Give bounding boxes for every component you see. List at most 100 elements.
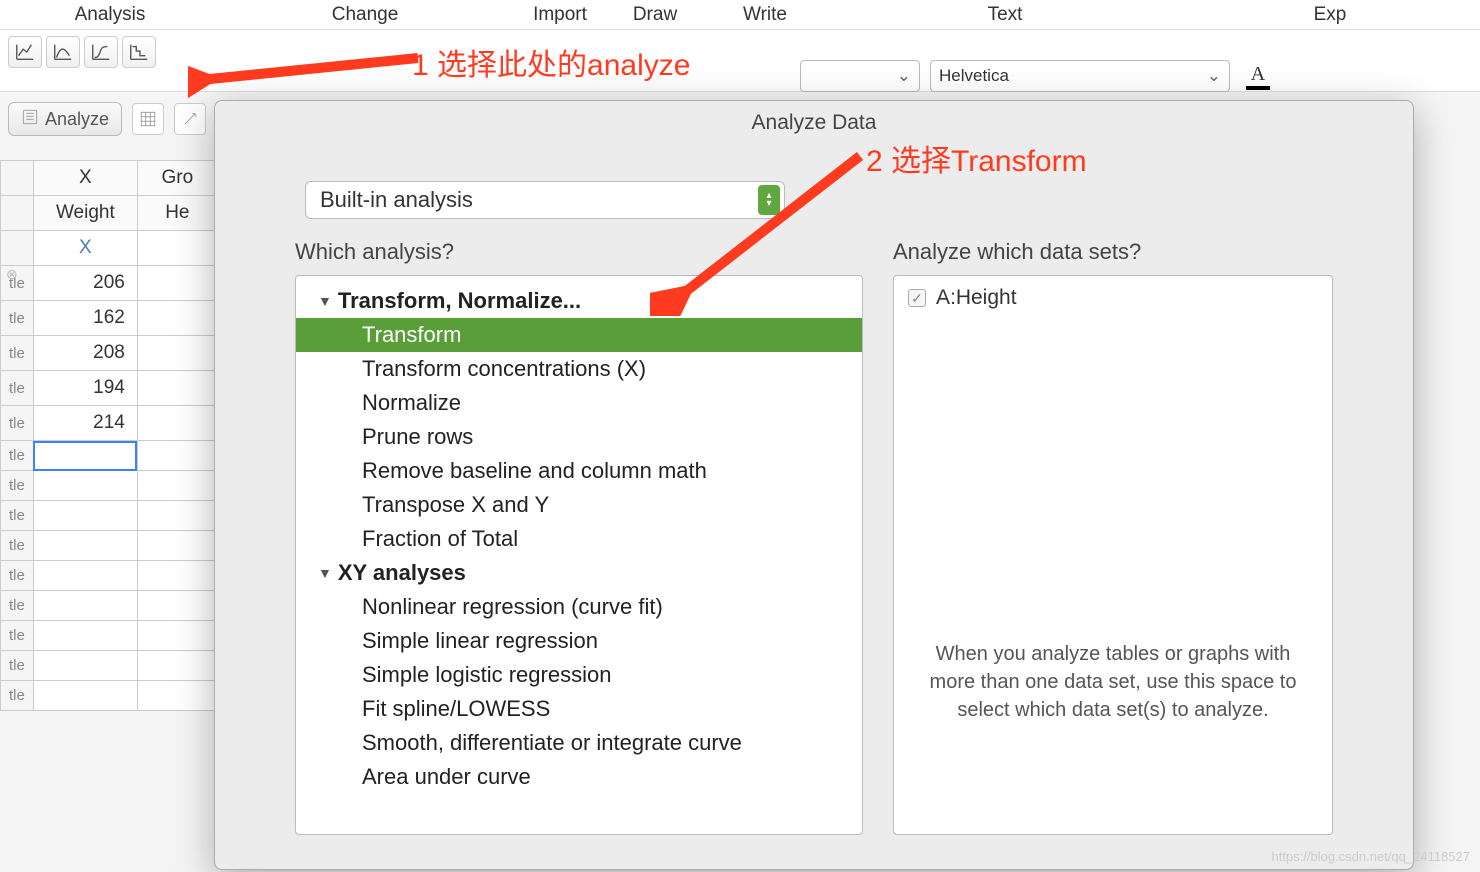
cell[interactable]: 208 xyxy=(33,336,137,371)
menu-change[interactable]: Change xyxy=(220,0,510,29)
tree-item[interactable]: Transform concentrations (X) xyxy=(296,352,862,386)
menu-import[interactable]: Import xyxy=(510,0,610,29)
dataset-row[interactable]: ✓ A:Height xyxy=(908,286,1318,310)
row-header[interactable]: tle xyxy=(1,471,34,501)
cell[interactable] xyxy=(137,441,217,471)
menu-analysis[interactable]: Analysis xyxy=(0,0,220,29)
wand-icon[interactable] xyxy=(174,103,206,135)
col-subheader-height[interactable]: He xyxy=(137,196,217,231)
chart-linear-icon[interactable] xyxy=(8,36,42,68)
col-header-group[interactable]: Gro xyxy=(137,161,217,196)
watermark: https://blog.csdn.net/qq_24118527 xyxy=(1271,849,1470,864)
row-header[interactable]: tle xyxy=(1,406,34,441)
cell[interactable] xyxy=(137,471,217,501)
cell[interactable]: 194 xyxy=(33,371,137,406)
cell[interactable] xyxy=(137,336,217,371)
tree-group-xy[interactable]: ▼XY analyses xyxy=(296,556,862,590)
tree-item-transform[interactable]: Transform xyxy=(296,318,862,352)
tree-item[interactable]: Transpose X and Y xyxy=(296,488,862,522)
analysis-tool-group xyxy=(0,36,164,68)
text-tool-group: ⌄ Helvetica⌄ A xyxy=(790,60,1276,92)
row-header[interactable]: tle xyxy=(1,651,34,681)
close-icon[interactable]: ⊗ xyxy=(6,266,24,284)
cell[interactable]: 206 xyxy=(33,266,137,301)
font-color-button[interactable]: A xyxy=(1240,60,1276,92)
tree-item[interactable]: Smooth, differentiate or integrate curve xyxy=(296,726,862,760)
row-header[interactable]: tle xyxy=(1,591,34,621)
menu-write[interactable]: Write xyxy=(700,0,830,29)
analyze-row: Analyze xyxy=(8,102,206,136)
cell-x[interactable]: X xyxy=(33,231,137,266)
grid-icon[interactable] xyxy=(132,103,164,135)
analysis-type-label: Built-in analysis xyxy=(320,187,473,213)
row-header[interactable]: tle xyxy=(1,336,34,371)
chart-curve-icon[interactable] xyxy=(46,36,80,68)
cell[interactable] xyxy=(137,231,217,266)
menu-text[interactable]: Text xyxy=(830,0,1180,29)
checkbox-checked-icon[interactable]: ✓ xyxy=(908,289,926,307)
dataset-label: A:Height xyxy=(936,286,1017,310)
row-header[interactable] xyxy=(1,231,34,266)
col-subheader-weight[interactable]: Weight xyxy=(33,196,137,231)
chart-survival-icon[interactable] xyxy=(122,36,156,68)
row-header[interactable]: tle xyxy=(1,301,34,336)
cell[interactable] xyxy=(137,531,217,561)
cell[interactable] xyxy=(137,681,217,711)
menu-draw[interactable]: Draw xyxy=(610,0,700,29)
cell[interactable] xyxy=(33,681,137,711)
cell[interactable]: 162 xyxy=(33,301,137,336)
tree-item[interactable]: Area under curve xyxy=(296,760,862,794)
cell[interactable] xyxy=(33,651,137,681)
analyze-button[interactable]: Analyze xyxy=(8,102,122,136)
row-header[interactable]: tle xyxy=(1,501,34,531)
row-header[interactable]: tle xyxy=(1,371,34,406)
cell[interactable] xyxy=(137,266,217,301)
cell[interactable] xyxy=(33,501,137,531)
cell[interactable] xyxy=(137,406,217,441)
row-header[interactable]: tle xyxy=(1,531,34,561)
cell-selected[interactable] xyxy=(33,441,137,471)
cell[interactable] xyxy=(33,591,137,621)
cell[interactable] xyxy=(33,561,137,591)
tree-item[interactable]: Prune rows xyxy=(296,420,862,454)
stepper-icon[interactable] xyxy=(758,185,780,215)
row-header[interactable]: tle xyxy=(1,621,34,651)
row-header[interactable]: tle xyxy=(1,681,34,711)
analysis-type-select[interactable]: Built-in analysis xyxy=(305,181,785,219)
tree-item[interactable]: Nonlinear regression (curve fit) xyxy=(296,590,862,624)
cell[interactable]: 214 xyxy=(33,406,137,441)
cell[interactable] xyxy=(33,621,137,651)
tree-item[interactable]: Simple logistic regression xyxy=(296,658,862,692)
analyze-icon xyxy=(21,108,39,131)
size-dropdown[interactable]: ⌄ xyxy=(800,60,920,92)
dialog-body: Built-in analysis Which analysis? ▼Trans… xyxy=(215,141,1413,845)
cell[interactable] xyxy=(33,471,137,501)
tree-item[interactable]: Simple linear regression xyxy=(296,624,862,658)
tree-item[interactable]: Normalize xyxy=(296,386,862,420)
font-dropdown[interactable]: Helvetica⌄ xyxy=(930,60,1230,92)
chevron-down-icon: ⌄ xyxy=(897,66,911,86)
tree-item[interactable]: Fraction of Total xyxy=(296,522,862,556)
cell[interactable] xyxy=(137,501,217,531)
datasets-help-text: When you analyze tables or graphs with m… xyxy=(908,640,1318,724)
tree-item[interactable]: Remove baseline and column math xyxy=(296,454,862,488)
chevron-down-icon: ⌄ xyxy=(1207,66,1221,86)
tree-item[interactable]: Fit spline/LOWESS xyxy=(296,692,862,726)
col-header-x[interactable]: X xyxy=(33,161,137,196)
row-header[interactable]: tle xyxy=(1,441,34,471)
chart-sigmoid-icon[interactable] xyxy=(84,36,118,68)
cell[interactable] xyxy=(137,621,217,651)
analyze-label: Analyze xyxy=(45,109,109,130)
row-header[interactable]: tle xyxy=(1,561,34,591)
letter-a-icon: A xyxy=(1251,63,1265,86)
menu-export[interactable]: Exp xyxy=(1180,0,1480,29)
cell[interactable] xyxy=(137,651,217,681)
cell[interactable] xyxy=(137,371,217,406)
tree-group-transform[interactable]: ▼Transform, Normalize... xyxy=(296,284,862,318)
cell[interactable] xyxy=(137,301,217,336)
analysis-tree[interactable]: ▼Transform, Normalize... Transform Trans… xyxy=(295,275,863,835)
toolbar: ⌄ Helvetica⌄ A xyxy=(0,30,1480,92)
cell[interactable] xyxy=(33,531,137,561)
cell[interactable] xyxy=(137,591,217,621)
cell[interactable] xyxy=(137,561,217,591)
